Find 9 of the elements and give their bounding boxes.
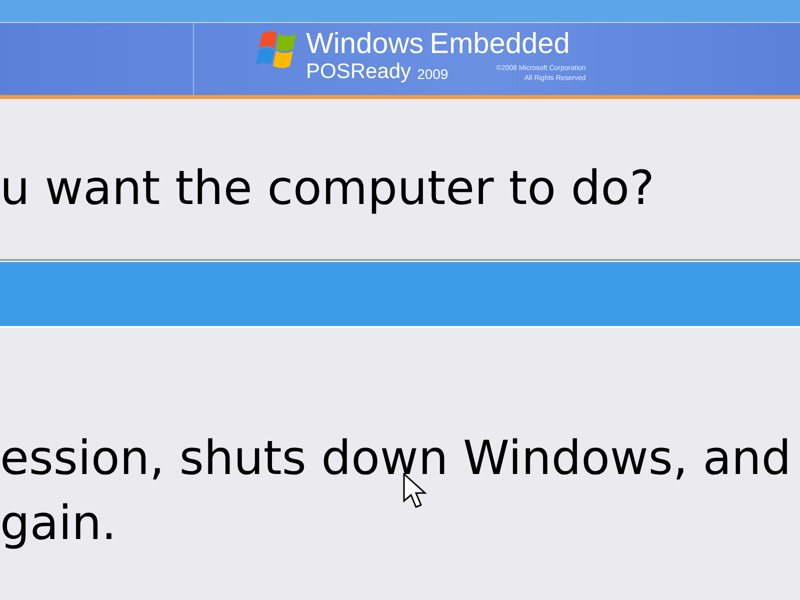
product-name: Windows [306,28,424,60]
product-subtitle: POSReady [306,60,412,84]
action-dropdown[interactable] [0,261,800,328]
description-line: ession, shuts down Windows, and [0,430,792,488]
description-line: gain. [0,495,116,553]
edition-name: Embedded [430,28,570,60]
version-number: 2009 [417,65,448,84]
mouse-pointer-icon [403,473,427,511]
question-text: u want the computer to do? [0,160,654,214]
